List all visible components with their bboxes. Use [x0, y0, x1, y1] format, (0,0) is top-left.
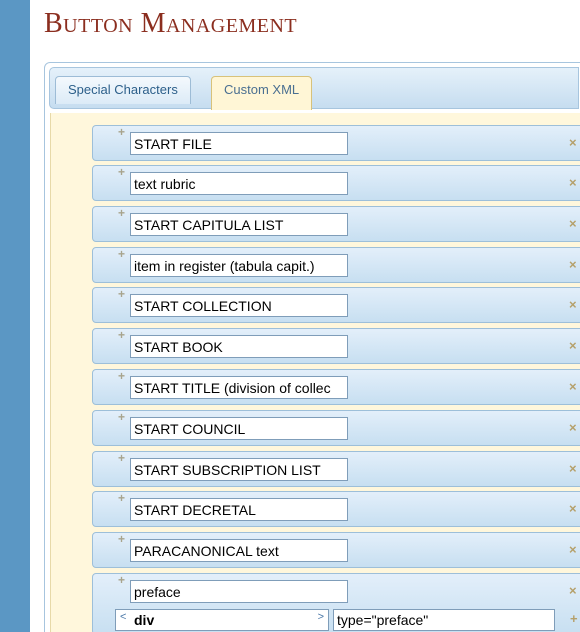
delete-icon[interactable]: × [569, 461, 577, 476]
drag-handle-icon[interactable]: + [118, 165, 125, 179]
button-label-input[interactable] [130, 132, 348, 155]
button-row: + × [92, 125, 580, 161]
arrow-left-icon[interactable]: < [120, 611, 126, 623]
delete-icon[interactable]: × [569, 420, 577, 435]
button-label-input[interactable] [130, 254, 348, 277]
button-row: + × [92, 532, 580, 568]
button-label-input[interactable] [130, 580, 348, 603]
button-label-input[interactable] [130, 213, 348, 236]
button-label-input[interactable] [130, 458, 348, 481]
drag-handle-icon[interactable]: + [118, 206, 125, 220]
button-row: + × [92, 491, 580, 527]
button-label-input[interactable] [130, 417, 348, 440]
button-row: + × [92, 287, 580, 323]
delete-icon[interactable]: × [569, 501, 577, 516]
page-title: Button Management [44, 8, 298, 39]
button-row: + × [92, 328, 580, 364]
drag-handle-icon[interactable]: + [118, 287, 125, 301]
button-row: + × [92, 165, 580, 201]
drag-handle-icon[interactable]: + [118, 369, 125, 383]
delete-icon[interactable]: × [569, 297, 577, 312]
drag-handle-icon[interactable]: + [118, 491, 125, 505]
custom-xml-panel: + × + × + × + × + × [50, 113, 580, 632]
button-label-input[interactable] [130, 539, 348, 562]
add-attribute-icon[interactable]: + [570, 611, 578, 626]
delete-icon[interactable]: × [569, 257, 577, 272]
tag-name-value: div [134, 612, 155, 628]
arrow-right-icon[interactable]: > [318, 611, 324, 623]
drag-handle-icon[interactable]: + [118, 573, 125, 587]
delete-icon[interactable]: × [569, 583, 577, 598]
page: Button Management Special Characters Cus… [30, 0, 580, 632]
tab-panel: Special Characters Custom XML + × + × + … [44, 62, 580, 632]
delete-icon[interactable]: × [569, 216, 577, 231]
attributes-input[interactable] [333, 609, 555, 631]
button-row: + × [92, 410, 580, 446]
drag-handle-icon[interactable]: + [118, 125, 125, 139]
button-row: + × [92, 247, 580, 283]
tab-header: Special Characters Custom XML [49, 67, 579, 110]
delete-icon[interactable]: × [569, 338, 577, 353]
tab-custom-xml[interactable]: Custom XML [211, 76, 313, 110]
button-label-input[interactable] [130, 376, 348, 399]
tab-special-characters[interactable]: Special Characters [55, 76, 191, 104]
xml-tag-editor: < div > + [115, 609, 580, 631]
button-label-input[interactable] [130, 172, 348, 195]
drag-handle-icon[interactable]: + [118, 328, 125, 342]
delete-icon[interactable]: × [569, 135, 577, 150]
delete-icon[interactable]: × [569, 379, 577, 394]
left-sidebar-strip [0, 0, 30, 632]
button-row: + × [92, 369, 580, 405]
delete-icon[interactable]: × [569, 175, 577, 190]
tag-name-selector[interactable]: < div > [115, 609, 329, 631]
button-row: + × [92, 206, 580, 242]
button-label-input[interactable] [130, 335, 348, 358]
drag-handle-icon[interactable]: + [118, 451, 125, 465]
button-row: + × [92, 451, 580, 487]
delete-icon[interactable]: × [569, 542, 577, 557]
button-row-expanded: + × < div > + [92, 573, 580, 632]
drag-handle-icon[interactable]: + [118, 410, 125, 424]
drag-handle-icon[interactable]: + [118, 532, 125, 546]
button-label-input[interactable] [130, 294, 348, 317]
button-label-input[interactable] [130, 498, 348, 521]
drag-handle-icon[interactable]: + [118, 247, 125, 261]
